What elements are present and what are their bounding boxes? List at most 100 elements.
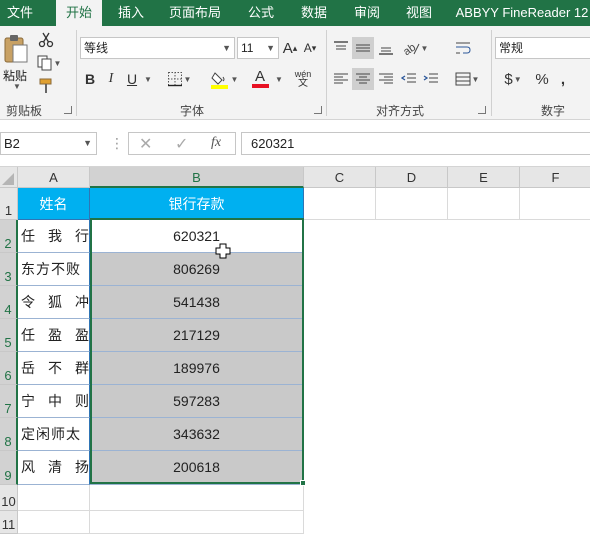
cut-button[interactable]	[36, 30, 56, 50]
shrink-font-button[interactable]: A ▾	[301, 37, 319, 59]
bold-button[interactable]: B	[80, 68, 100, 90]
copy-dropdown-arrow[interactable]: ▼	[54, 59, 62, 68]
tab-abbyy[interactable]: ABBYY FineReader 12	[454, 0, 590, 26]
comma-style-button[interactable]: ,	[556, 68, 570, 90]
row-header-5[interactable]: 5	[0, 319, 18, 352]
tab-data[interactable]: 数据	[293, 0, 335, 26]
font-color-button[interactable]: A	[246, 68, 274, 90]
row-header-11[interactable]: 11	[0, 511, 18, 534]
insert-function-button[interactable]: fx	[211, 135, 221, 151]
column-header-a[interactable]: A	[18, 167, 90, 188]
cell-name[interactable]: 任盈盈	[18, 319, 90, 352]
empty-cell[interactable]	[18, 511, 90, 534]
cell-value[interactable]: 806269	[90, 253, 304, 286]
number-format-combo[interactable]: 常规	[495, 37, 590, 59]
decrease-indent-button[interactable]	[399, 68, 419, 90]
empty-cell[interactable]	[376, 188, 448, 220]
align-top-button[interactable]	[331, 37, 351, 59]
currency-button[interactable]: $ ▼	[500, 68, 526, 90]
tab-review[interactable]: 审阅	[346, 0, 388, 26]
cell-value[interactable]: 597283	[90, 385, 304, 418]
cancel-icon[interactable]: ✕	[139, 134, 152, 154]
row-header-2[interactable]: 2	[0, 220, 18, 253]
grow-font-button[interactable]: A ▴	[281, 37, 299, 59]
empty-cell[interactable]	[18, 485, 90, 511]
cell-name[interactable]: 任我行	[18, 220, 90, 253]
wrap-text-button[interactable]	[452, 37, 474, 59]
underline-dropdown-arrow[interactable]: ▼	[144, 75, 152, 84]
copy-button[interactable]: ▼	[36, 53, 62, 73]
check-icon[interactable]: ✓	[175, 134, 188, 154]
align-center-button[interactable]	[352, 68, 374, 90]
tab-view[interactable]: 视图	[398, 0, 440, 26]
italic-button[interactable]: I	[101, 68, 121, 90]
phonetic-icon: 文	[298, 78, 308, 89]
row-header-3[interactable]: 3	[0, 253, 18, 286]
column-header-e[interactable]: E	[448, 167, 520, 188]
fill-color-button[interactable]: ▼	[208, 68, 240, 90]
tab-home[interactable]: 开始	[56, 0, 102, 27]
phonetic-guide-button[interactable]: wén 文	[288, 68, 318, 90]
row-header-7[interactable]: 7	[0, 385, 18, 418]
column-header-b[interactable]: B	[90, 167, 304, 188]
tab-insert[interactable]: 插入	[110, 0, 152, 26]
empty-cell[interactable]	[304, 188, 376, 220]
cell-value[interactable]: 200618	[90, 451, 304, 485]
paste-button[interactable]	[2, 32, 30, 66]
cell-name[interactable]: 宁中则	[18, 385, 90, 418]
alignment-launcher-icon[interactable]	[478, 106, 486, 114]
cell-name[interactable]: 定闲师太	[18, 418, 90, 451]
tab-page-layout[interactable]: 页面布局	[162, 0, 228, 26]
row-header-4[interactable]: 4	[0, 286, 18, 319]
clipboard-launcher-icon[interactable]	[64, 106, 72, 114]
align-bottom-button[interactable]	[376, 37, 396, 59]
row-header-1[interactable]: 1	[0, 188, 18, 220]
formula-bar: B2 ▼ ⋮ ✕ ✓ fx 620321	[0, 120, 590, 167]
cell-value[interactable]: 343632	[90, 418, 304, 451]
merge-center-button[interactable]: ▼	[452, 68, 482, 90]
font-size-combo[interactable]: 11 ▼	[237, 37, 279, 59]
row-header-8[interactable]: 8	[0, 418, 18, 451]
cell-name[interactable]: 风清扬	[18, 451, 90, 485]
cell-value[interactable]: 217129	[90, 319, 304, 352]
cell-name[interactable]: 令狐冲	[18, 286, 90, 319]
font-color-dropdown-arrow[interactable]: ▼	[275, 75, 283, 84]
font-name-combo[interactable]: 等线 ▼	[80, 37, 235, 59]
currency-symbol: $	[504, 70, 513, 88]
cell-name[interactable]: 岳不群	[18, 352, 90, 385]
underline-button[interactable]: U	[122, 68, 142, 90]
align-middle-button[interactable]	[352, 37, 374, 59]
select-all-button[interactable]	[0, 167, 18, 188]
row-header-10[interactable]: 10	[0, 485, 18, 511]
name-box[interactable]: B2 ▼	[0, 132, 97, 155]
paste-dropdown-arrow[interactable]: ▼	[13, 82, 21, 91]
formula-input[interactable]: 620321	[241, 132, 590, 155]
font-launcher-icon[interactable]	[314, 106, 322, 114]
column-header-d[interactable]: D	[376, 167, 448, 188]
tab-file[interactable]: 文件	[0, 0, 40, 26]
row-header-6[interactable]: 6	[0, 352, 18, 385]
align-left-button[interactable]	[331, 68, 351, 90]
cell-value-active[interactable]: 620321	[90, 220, 304, 253]
cell-value[interactable]: 541438	[90, 286, 304, 319]
increase-indent-button[interactable]	[421, 68, 441, 90]
cell-value[interactable]: 189976	[90, 352, 304, 385]
cell-name[interactable]: 东方不败	[18, 253, 90, 286]
cell-a1-header[interactable]: 姓名	[18, 188, 90, 220]
empty-cell[interactable]	[90, 511, 304, 534]
empty-cell[interactable]	[448, 188, 520, 220]
percent-button[interactable]: %	[532, 68, 552, 90]
tab-formulas[interactable]: 公式	[240, 0, 282, 26]
empty-cell[interactable]	[520, 188, 590, 220]
empty-cell[interactable]	[90, 485, 304, 511]
orientation-button[interactable]: ab ▼	[400, 37, 430, 59]
align-right-button[interactable]	[376, 68, 396, 90]
row-header-9[interactable]: 9	[0, 451, 18, 485]
borders-button[interactable]: ▼	[164, 68, 194, 90]
fill-handle[interactable]	[300, 480, 306, 486]
shrink-font-letter: A	[303, 41, 312, 55]
column-header-f[interactable]: F	[520, 167, 590, 188]
format-painter-button[interactable]	[36, 76, 56, 96]
cell-b1-header[interactable]: 银行存款	[90, 188, 304, 220]
column-header-c[interactable]: C	[304, 167, 376, 188]
